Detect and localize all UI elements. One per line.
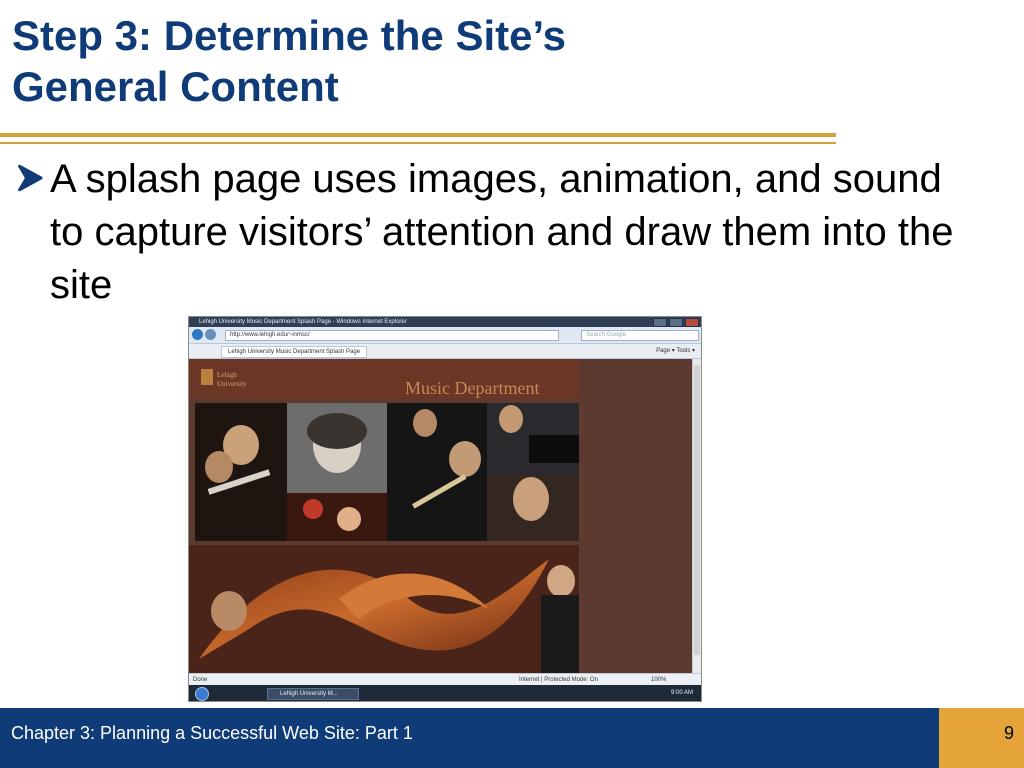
bullet-item: A splash page uses images, animation, an…: [16, 153, 976, 312]
browser-tab: Lehigh University Music Department Splas…: [221, 346, 368, 358]
search-field: Search Google: [581, 330, 699, 341]
tab-bar: Lehigh University Music Department Splas…: [189, 344, 701, 359]
forward-icon: [205, 329, 216, 340]
splash-page-viewport: Lehigh University Music Department: [189, 359, 693, 673]
browser-screenshot: Lehigh University Music Department Splas…: [188, 316, 702, 702]
music-department-banner: Music Department: [405, 378, 539, 398]
taskbar-clock: 9:00 AM: [670, 690, 693, 696]
slide-title-line-2: General Content: [12, 63, 339, 110]
page-number: 9: [1003, 723, 1014, 743]
page-number-box: 9: [939, 708, 1024, 768]
footer-text: Chapter 3: Planning a Successful Web Sit…: [11, 723, 413, 743]
page-scrollbar: [692, 359, 701, 673]
title-rule-thin: [0, 142, 836, 144]
slide-title-line-1: Step 3: Determine the Site’s: [12, 12, 566, 59]
maximize-icon: [669, 318, 683, 327]
slide-title: Step 3: Determine the Site’s General Con…: [12, 10, 832, 112]
toolbar-tools: Page ▾ Tools ▾: [656, 348, 695, 354]
back-icon: [192, 329, 203, 340]
logo-text-2: University: [217, 380, 247, 388]
lehigh-shield-icon: [201, 369, 213, 385]
close-icon: [685, 318, 699, 327]
browser-window-title: Lehigh University Music Department Splas…: [199, 319, 407, 325]
bullet-text: A splash page uses images, animation, an…: [50, 157, 954, 307]
window-buttons: [653, 318, 699, 327]
browser-title-bar: Lehigh University Music Department Splas…: [189, 317, 701, 327]
address-field: http://www.lehigh.edu/~inmsc/: [225, 330, 559, 341]
logo-text-1: Lehigh: [217, 371, 237, 379]
slide-footer: Chapter 3: Planning a Successful Web Sit…: [0, 708, 1024, 768]
windows-taskbar: Lehigh University M... 9:00 AM: [189, 685, 701, 701]
title-rule-thick: [0, 133, 836, 137]
taskbar-item: Lehigh University M...: [267, 688, 359, 700]
arrow-bullet-icon: [18, 164, 43, 192]
address-bar-row: http://www.lehigh.edu/~inmsc/ Search Goo…: [189, 327, 701, 344]
start-icon: [195, 687, 209, 701]
minimize-icon: [653, 318, 667, 327]
